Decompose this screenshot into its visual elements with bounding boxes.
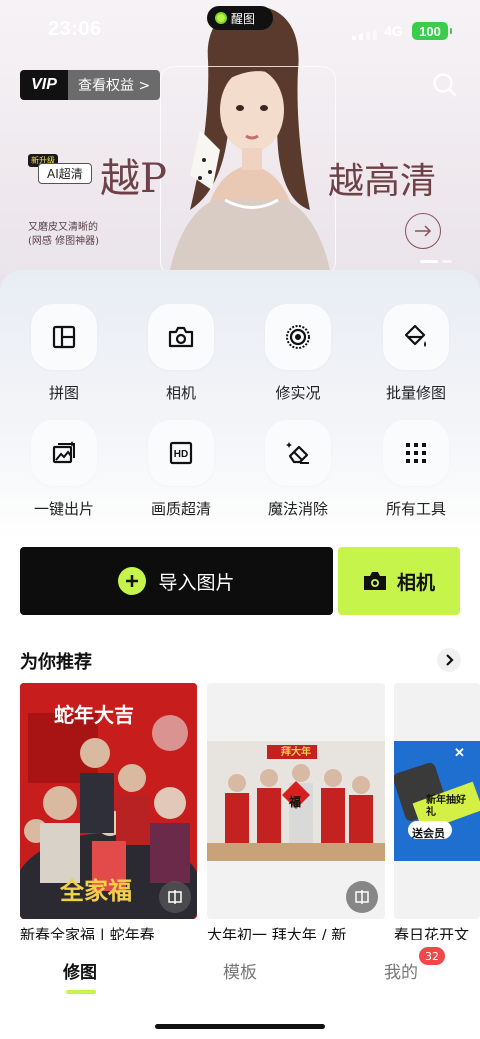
- import-photo-button[interactable]: 导入图片: [20, 547, 333, 615]
- view-benefits-label: 查看权益 >: [68, 70, 161, 100]
- banner-subtitle-2: (网感 修图神器): [28, 236, 99, 247]
- tool-label: 画质超清: [150, 500, 211, 518]
- tool-label: 相机: [165, 384, 196, 402]
- status-bar: 23:06 醒图 4G 100: [0, 0, 480, 62]
- batch-edit-icon: [404, 324, 426, 347]
- tool-collage[interactable]: 拼图: [14, 304, 114, 403]
- card-caption: 新春全家福 | 蛇年春: [20, 926, 155, 940]
- notification-badge: 32: [419, 947, 445, 965]
- photo-frame: [160, 66, 336, 276]
- camera-label: 相机: [396, 571, 435, 594]
- hd-icon: HD: [169, 441, 193, 465]
- bottom-tab-bar: 修图 模板 我的 32: [0, 940, 480, 1039]
- banner-subtitle-1: 又磨皮又清晰的: [28, 222, 98, 233]
- search-icon[interactable]: [430, 70, 460, 100]
- tab-profile[interactable]: 我的: [384, 958, 418, 983]
- one-click-icon: [52, 441, 75, 464]
- battery-indicator: 100: [412, 22, 452, 40]
- signal-icon: [352, 30, 377, 40]
- close-icon[interactable]: ✕: [454, 745, 465, 761]
- recommend-more-button[interactable]: [437, 648, 461, 672]
- tool-one-click[interactable]: 一键出片: [14, 420, 114, 519]
- carousel-indicator: [420, 260, 452, 263]
- template-card[interactable]: 蛇年大吉 全家福: [20, 683, 197, 919]
- arrow-right-icon: [415, 225, 432, 237]
- ai-hd-tag: AI超清: [38, 163, 92, 184]
- compare-icon[interactable]: [346, 881, 378, 913]
- tool-camera[interactable]: 相机: [131, 304, 231, 403]
- tab-edit[interactable]: 修图: [63, 958, 97, 983]
- plus-icon: [118, 567, 147, 595]
- tool-label: 批量修图: [385, 384, 446, 402]
- dynamic-island[interactable]: 醒图: [207, 6, 273, 30]
- tool-label: 魔法消除: [267, 500, 328, 518]
- tab-templates[interactable]: 模板: [223, 958, 257, 983]
- template-card[interactable]: 新年抽好礼 送会员 ✕: [394, 683, 480, 919]
- collage-icon: [52, 325, 76, 349]
- vip-benefits-button[interactable]: VIP 查看权益 >: [20, 70, 161, 100]
- tool-label: 所有工具: [385, 500, 446, 518]
- card-art-title: 新年抽好礼: [426, 795, 466, 818]
- vip-label: VIP: [20, 70, 68, 100]
- compare-icon[interactable]: [159, 881, 191, 913]
- recommend-title: 为你推荐: [20, 652, 92, 673]
- tools-panel: 拼图 相机 修实况 批量修图 一键出片 HD 画质超清 魔法消除 所有工具: [0, 270, 480, 540]
- tool-hd[interactable]: HD 画质超清: [131, 420, 231, 519]
- camera-icon: [168, 326, 194, 348]
- tool-magic-erase[interactable]: 魔法消除: [248, 420, 348, 519]
- card-art-title: 拜大年: [281, 747, 311, 758]
- island-label: 醒图: [231, 11, 256, 26]
- card-art-text: 福: [289, 795, 302, 809]
- camera-icon: [363, 572, 386, 590]
- status-time: 23:06: [48, 18, 102, 40]
- import-label: 导入图片: [158, 571, 235, 594]
- home-indicator[interactable]: [155, 1024, 325, 1029]
- tool-live-photo[interactable]: 修实况: [248, 304, 348, 403]
- tool-label: 一键出片: [33, 500, 94, 518]
- tool-batch-edit[interactable]: 批量修图: [366, 304, 466, 403]
- card-art-text: 送会员: [412, 827, 445, 840]
- grid-icon: [406, 443, 426, 463]
- template-card[interactable]: 拜大年 福: [207, 683, 385, 919]
- card-caption: 春日花开文: [394, 926, 470, 940]
- card-caption: 大年初一 拜大年 / 新: [207, 926, 347, 940]
- app-indicator-icon: [215, 12, 227, 24]
- card-art-text: 全家福: [60, 876, 132, 905]
- camera-button[interactable]: 相机: [338, 547, 460, 615]
- headline-right: 越高清: [328, 161, 437, 202]
- network-type: 4G: [384, 23, 403, 39]
- live-photo-icon: [286, 325, 310, 349]
- card-art-title: 蛇年大吉: [54, 703, 134, 727]
- chevron-right-icon: [446, 654, 454, 666]
- tool-label: 修实况: [275, 384, 321, 402]
- tool-label: 拼图: [48, 384, 79, 402]
- svg-text:HD: HD: [174, 449, 188, 460]
- banner-next-button[interactable]: [405, 213, 441, 249]
- active-tab-indicator: [66, 990, 96, 994]
- eraser-icon: [286, 442, 309, 464]
- hero-banner[interactable]: 23:06 醒图 4G 100 VIP 查看权益 > 新升级 AI超清 越P 越…: [0, 0, 480, 290]
- tool-all-tools[interactable]: 所有工具: [366, 420, 466, 519]
- headline-left: 越P: [100, 156, 167, 202]
